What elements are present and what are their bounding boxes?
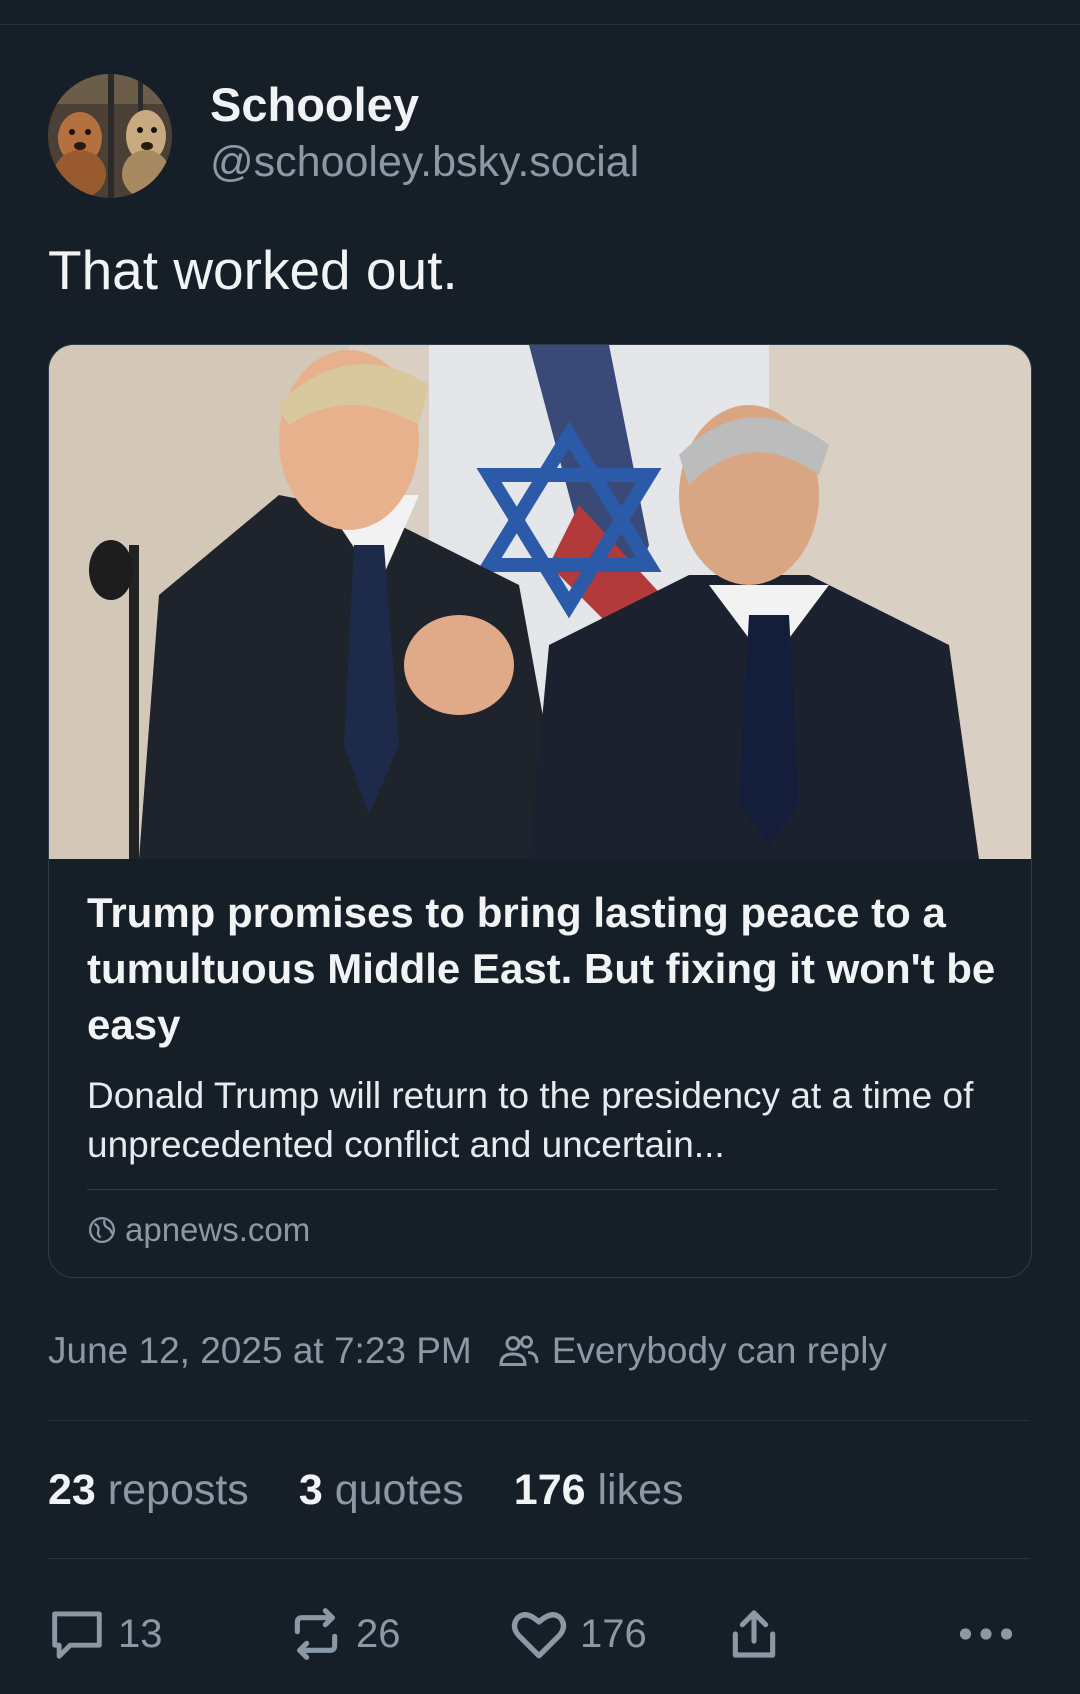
likes-stat[interactable]: 176 likes: [514, 1466, 684, 1515]
post-actions: 13 26 176: [48, 1604, 1030, 1664]
link-card-domain: apnews.com: [125, 1211, 311, 1248]
like-button[interactable]: 176: [510, 1604, 647, 1664]
quotes-label: quotes: [334, 1466, 464, 1514]
reply-icon: [52, 1611, 102, 1659]
repost-count: 26: [356, 1611, 401, 1656]
link-card-description: Donald Trump will return to the presiden…: [87, 1075, 974, 1165]
like-count: 176: [580, 1611, 647, 1656]
globe-icon: [89, 1217, 115, 1243]
link-card-divider: [87, 1189, 997, 1190]
reposts-stat[interactable]: 23 reposts: [48, 1466, 249, 1515]
quotes-count: 3: [298, 1466, 323, 1514]
reposts-count: 23: [48, 1466, 96, 1514]
reply-setting[interactable]: Everybody can reply: [498, 1330, 887, 1372]
heart-icon: [511, 1612, 567, 1659]
reply-setting-label: Everybody can reply: [551, 1330, 887, 1371]
share-icon: [732, 1610, 776, 1658]
more-icon: [959, 1628, 1013, 1640]
repost-icon: [294, 1608, 338, 1660]
likes-label: likes: [597, 1466, 684, 1514]
post-header: Schooley @schooley.bsky.social: [48, 74, 639, 198]
link-card-image: [49, 345, 1031, 859]
more-button[interactable]: [958, 1604, 1026, 1664]
post-text: That worked out.: [48, 239, 458, 301]
post-timestamp[interactable]: June 12, 2025 at 7:23 PM: [48, 1330, 472, 1372]
link-card-domain-row: apnews.com: [87, 1211, 310, 1249]
engagement-stats: 23 reposts 3 quotes 176 likes: [48, 1466, 734, 1515]
post-meta: June 12, 2025 at 7:23 PM Everybody can r…: [48, 1330, 887, 1372]
share-button[interactable]: [726, 1604, 794, 1664]
link-card[interactable]: Trump promises to bring lasting peace to…: [48, 344, 1032, 1278]
link-card-title[interactable]: Trump promises to bring lasting peace to…: [87, 885, 997, 1053]
handle[interactable]: @schooley.bsky.social: [210, 135, 639, 189]
reply-count: 13: [118, 1611, 163, 1656]
people-icon: [499, 1335, 539, 1366]
display-name[interactable]: Schooley: [210, 77, 639, 133]
reply-button[interactable]: 13: [48, 1604, 163, 1664]
avatar[interactable]: [48, 74, 172, 198]
repost-button[interactable]: 26: [288, 1604, 401, 1664]
reposts-label: reposts: [107, 1466, 249, 1514]
likes-count: 176: [513, 1466, 586, 1514]
stats-bottom-divider: [48, 1558, 1030, 1559]
stats-top-divider: [48, 1420, 1030, 1421]
quotes-stat[interactable]: 3 quotes: [299, 1466, 464, 1515]
top-divider: [0, 24, 1080, 25]
